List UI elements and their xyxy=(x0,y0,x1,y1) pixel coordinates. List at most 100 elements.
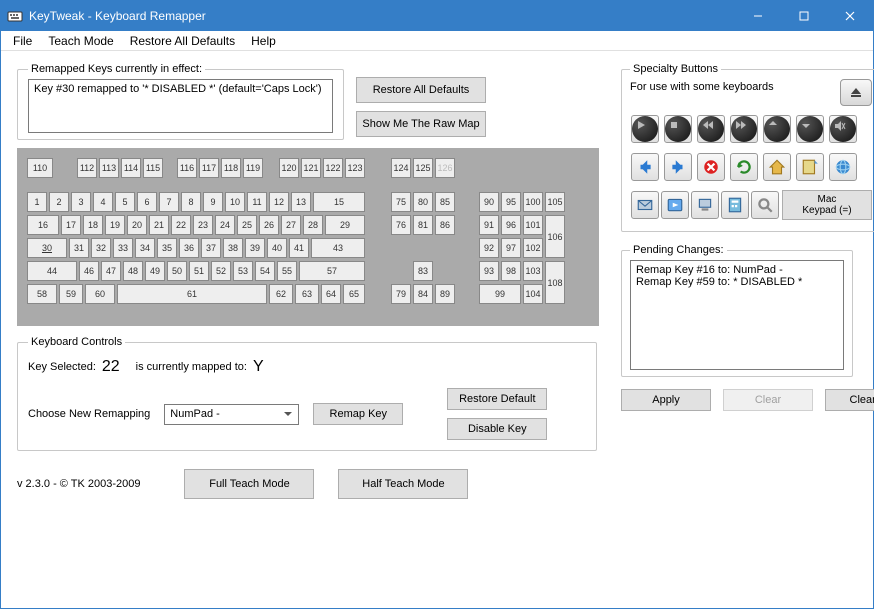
key-53[interactable]: 53 xyxy=(233,261,253,281)
key-3[interactable]: 3 xyxy=(71,192,91,212)
key-60[interactable]: 60 xyxy=(85,284,115,304)
key-31[interactable]: 31 xyxy=(69,238,89,258)
key-17[interactable]: 17 xyxy=(61,215,81,235)
key-119[interactable]: 119 xyxy=(243,158,263,178)
key-102[interactable]: 102 xyxy=(523,238,543,258)
key-40[interactable]: 40 xyxy=(267,238,287,258)
key-36[interactable]: 36 xyxy=(179,238,199,258)
key-49[interactable]: 49 xyxy=(145,261,165,281)
key-54[interactable]: 54 xyxy=(255,261,275,281)
key-35[interactable]: 35 xyxy=(157,238,177,258)
key-25[interactable]: 25 xyxy=(237,215,257,235)
key-24[interactable]: 24 xyxy=(215,215,235,235)
eject-button[interactable] xyxy=(840,79,872,106)
key-103[interactable]: 103 xyxy=(523,261,543,281)
menu-restore-all-defaults[interactable]: Restore All Defaults xyxy=(122,32,243,50)
mute-button[interactable] xyxy=(829,115,857,143)
key-27[interactable]: 27 xyxy=(281,215,301,235)
browser-stop-button[interactable] xyxy=(697,153,725,181)
restore-default-button[interactable]: Restore Default xyxy=(447,388,547,410)
key-22[interactable]: 22 xyxy=(171,215,191,235)
search-button[interactable] xyxy=(751,191,779,219)
media-play-button[interactable] xyxy=(631,115,659,143)
key-92[interactable]: 92 xyxy=(479,238,499,258)
key-63[interactable]: 63 xyxy=(295,284,319,304)
key-28[interactable]: 28 xyxy=(303,215,323,235)
key-62[interactable]: 62 xyxy=(269,284,293,304)
key-101[interactable]: 101 xyxy=(523,215,543,235)
web-button[interactable] xyxy=(829,153,857,181)
key-34[interactable]: 34 xyxy=(135,238,155,258)
key-61[interactable]: 61 xyxy=(117,284,267,304)
key-18[interactable]: 18 xyxy=(83,215,103,235)
clear-all-button[interactable]: Clear All xyxy=(825,389,874,411)
remapping-dropdown[interactable]: NumPad - xyxy=(164,404,299,425)
media-stop-button[interactable] xyxy=(664,115,692,143)
key-121[interactable]: 121 xyxy=(301,158,321,178)
key-51[interactable]: 51 xyxy=(189,261,209,281)
key-41[interactable]: 41 xyxy=(289,238,309,258)
key-118[interactable]: 118 xyxy=(221,158,241,178)
key-125[interactable]: 125 xyxy=(413,158,433,178)
key-81[interactable]: 81 xyxy=(413,215,433,235)
menu-teach-mode[interactable]: Teach Mode xyxy=(40,32,121,50)
key-123[interactable]: 123 xyxy=(345,158,365,178)
key-2[interactable]: 2 xyxy=(49,192,69,212)
key-13[interactable]: 13 xyxy=(291,192,311,212)
key-90[interactable]: 90 xyxy=(479,192,499,212)
key-106[interactable]: 106 xyxy=(545,215,565,258)
key-43[interactable]: 43 xyxy=(311,238,365,258)
key-84[interactable]: 84 xyxy=(413,284,433,304)
key-110[interactable]: 110 xyxy=(27,158,53,178)
key-64[interactable]: 64 xyxy=(321,284,341,304)
browser-refresh-button[interactable] xyxy=(730,153,758,181)
key-89[interactable]: 89 xyxy=(435,284,455,304)
key-23[interactable]: 23 xyxy=(193,215,213,235)
minimize-button[interactable] xyxy=(735,1,781,31)
volume-up-button[interactable] xyxy=(763,115,791,143)
full-teach-mode-button[interactable]: Full Teach Mode xyxy=(184,469,314,499)
key-7[interactable]: 7 xyxy=(159,192,179,212)
key-97[interactable]: 97 xyxy=(501,238,521,258)
key-39[interactable]: 39 xyxy=(245,238,265,258)
calculator-button[interactable] xyxy=(721,191,749,219)
key-79[interactable]: 79 xyxy=(391,284,411,304)
key-16[interactable]: 16 xyxy=(27,215,59,235)
key-65[interactable]: 65 xyxy=(343,284,365,304)
key-58[interactable]: 58 xyxy=(27,284,57,304)
key-95[interactable]: 95 xyxy=(501,192,521,212)
browser-forward-button[interactable] xyxy=(664,153,692,181)
key-5[interactable]: 5 xyxy=(115,192,135,212)
key-37[interactable]: 37 xyxy=(201,238,221,258)
close-button[interactable] xyxy=(827,1,873,31)
key-59[interactable]: 59 xyxy=(59,284,83,304)
key-91[interactable]: 91 xyxy=(479,215,499,235)
apply-button[interactable]: Apply xyxy=(621,389,711,411)
key-126[interactable]: 126 xyxy=(435,158,455,178)
key-21[interactable]: 21 xyxy=(149,215,169,235)
key-57[interactable]: 57 xyxy=(299,261,365,281)
key-112[interactable]: 112 xyxy=(77,158,97,178)
menu-help[interactable]: Help xyxy=(243,32,284,50)
browser-home-button[interactable] xyxy=(763,153,791,181)
key-104[interactable]: 104 xyxy=(523,284,543,304)
key-122[interactable]: 122 xyxy=(323,158,343,178)
key-44[interactable]: 44 xyxy=(27,261,77,281)
key-20[interactable]: 20 xyxy=(127,215,147,235)
key-47[interactable]: 47 xyxy=(101,261,121,281)
mac-keypad-button[interactable]: Mac Keypad (=) xyxy=(782,190,872,220)
disable-key-button[interactable]: Disable Key xyxy=(447,418,547,440)
favorites-button[interactable] xyxy=(796,153,824,181)
key-30[interactable]: 30 xyxy=(27,238,67,258)
half-teach-mode-button[interactable]: Half Teach Mode xyxy=(338,469,468,499)
maximize-button[interactable] xyxy=(781,1,827,31)
key-6[interactable]: 6 xyxy=(137,192,157,212)
key-114[interactable]: 114 xyxy=(121,158,141,178)
key-113[interactable]: 113 xyxy=(99,158,119,178)
key-117[interactable]: 117 xyxy=(199,158,219,178)
media-player-button[interactable] xyxy=(661,191,689,219)
key-99[interactable]: 99 xyxy=(479,284,521,304)
media-prev-button[interactable] xyxy=(697,115,725,143)
key-1[interactable]: 1 xyxy=(27,192,47,212)
key-98[interactable]: 98 xyxy=(501,261,521,281)
